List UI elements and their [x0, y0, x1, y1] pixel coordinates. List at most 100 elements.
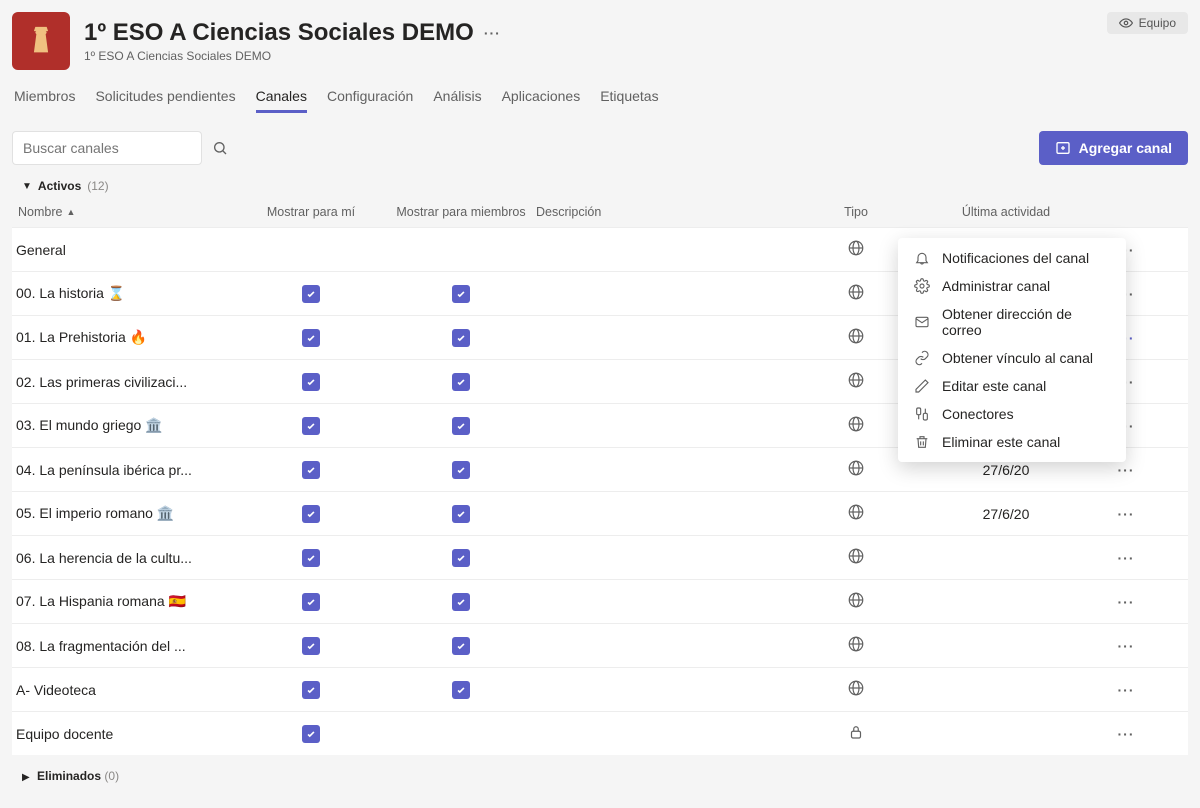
- last-activity: 27/6/20: [916, 506, 1096, 522]
- bell-icon: [914, 250, 930, 266]
- mail-icon: [914, 314, 930, 330]
- channel-name: A- Videoteca: [16, 682, 236, 698]
- show-members-checkbox[interactable]: [386, 593, 536, 611]
- show-me-checkbox[interactable]: [236, 549, 386, 567]
- table-row[interactable]: 06. La herencia de la cultu... ···: [12, 535, 1188, 579]
- menu-notifications[interactable]: Notificaciones del canal: [898, 244, 1126, 272]
- section-active-label: Activos: [38, 179, 81, 193]
- tab-miembros[interactable]: Miembros: [14, 88, 75, 113]
- table-row[interactable]: 05. El imperio romano 🏛️ 27/6/20···: [12, 491, 1188, 535]
- tab-aplicaciones[interactable]: Aplicaciones: [502, 88, 581, 113]
- show-me-checkbox[interactable]: [236, 725, 386, 743]
- trash-icon: [914, 434, 930, 450]
- search-icon: [212, 140, 228, 156]
- section-active-count: (12): [87, 179, 108, 193]
- tab-solicitudes[interactable]: Solicitudes pendientes: [95, 88, 235, 113]
- team-button-label: Equipo: [1139, 16, 1176, 30]
- row-more-button[interactable]: ···: [1096, 682, 1156, 698]
- row-more-button[interactable]: ···: [1096, 506, 1156, 522]
- table-row[interactable]: 08. La fragmentación del ... ···: [12, 623, 1188, 667]
- search-input[interactable]: [23, 140, 204, 156]
- tab-analisis[interactable]: Análisis: [433, 88, 481, 113]
- row-more-button[interactable]: ···: [1096, 726, 1156, 742]
- add-channel-icon: [1055, 140, 1071, 156]
- menu-link[interactable]: Obtener vínculo al canal: [898, 344, 1126, 372]
- section-eliminated-header[interactable]: ▶ Eliminados (0): [12, 769, 1188, 783]
- show-members-checkbox[interactable]: [386, 373, 536, 391]
- show-members-checkbox[interactable]: [386, 417, 536, 435]
- table-row[interactable]: 07. La Hispania romana 🇪🇸 ···: [12, 579, 1188, 623]
- channel-name: 08. La fragmentación del ...: [16, 638, 236, 654]
- globe-icon: [847, 371, 865, 389]
- page-title: 1º ESO A Ciencias Sociales DEMO: [84, 19, 474, 47]
- show-members-checkbox[interactable]: [386, 285, 536, 303]
- show-me-checkbox[interactable]: [236, 681, 386, 699]
- search-channels[interactable]: [12, 131, 202, 165]
- show-members-checkbox[interactable]: [386, 549, 536, 567]
- channel-name: General: [16, 242, 236, 258]
- gear-icon: [914, 278, 930, 294]
- show-members-checkbox[interactable]: [386, 329, 536, 347]
- section-active-header[interactable]: ▼ Activos (12): [22, 179, 1188, 193]
- channel-name: 03. El mundo griego 🏛️: [16, 417, 236, 434]
- globe-icon: [847, 503, 865, 521]
- column-description[interactable]: Descripción: [536, 205, 796, 219]
- channel-name: 07. La Hispania romana 🇪🇸: [16, 593, 236, 610]
- channel-context-menu: Notificaciones del canal Administrar can…: [898, 238, 1126, 462]
- tab-canales[interactable]: Canales: [256, 88, 307, 113]
- row-more-button[interactable]: ···: [1096, 550, 1156, 566]
- globe-icon: [847, 591, 865, 609]
- show-members-checkbox[interactable]: [386, 681, 536, 699]
- team-avatar: [12, 12, 70, 70]
- add-channel-button[interactable]: Agregar canal: [1039, 131, 1188, 165]
- show-me-checkbox[interactable]: [236, 285, 386, 303]
- show-me-checkbox[interactable]: [236, 373, 386, 391]
- show-members-checkbox[interactable]: [386, 505, 536, 523]
- menu-connectors[interactable]: Conectores: [898, 400, 1126, 428]
- column-name[interactable]: Nombre ▲: [16, 205, 236, 219]
- table-row[interactable]: A- Videoteca ···: [12, 667, 1188, 711]
- channel-name: 04. La península ibérica pr...: [16, 462, 236, 478]
- globe-icon: [847, 239, 865, 257]
- channel-name: 01. La Prehistoria 🔥: [16, 329, 236, 346]
- menu-delete[interactable]: Eliminar este canal: [898, 428, 1126, 456]
- chevron-right-icon: ▶: [22, 772, 30, 783]
- globe-icon: [847, 547, 865, 565]
- team-visibility-button[interactable]: Equipo: [1107, 12, 1188, 34]
- column-show-members[interactable]: Mostrar para miembros: [386, 205, 536, 219]
- tab-configuracion[interactable]: Configuración: [327, 88, 413, 113]
- show-me-checkbox[interactable]: [236, 593, 386, 611]
- show-me-checkbox[interactable]: [236, 505, 386, 523]
- header-more-icon[interactable]: ···: [484, 25, 501, 41]
- globe-icon: [847, 459, 865, 477]
- menu-edit[interactable]: Editar este canal: [898, 372, 1126, 400]
- connectors-icon: [914, 406, 930, 422]
- channel-name: 06. La herencia de la cultu...: [16, 550, 236, 566]
- column-type[interactable]: Tipo: [796, 205, 916, 219]
- table-row[interactable]: Equipo docente ···: [12, 711, 1188, 755]
- show-me-checkbox[interactable]: [236, 329, 386, 347]
- menu-manage[interactable]: Administrar canal: [898, 272, 1126, 300]
- row-more-button[interactable]: ···: [1096, 594, 1156, 610]
- show-me-checkbox[interactable]: [236, 461, 386, 479]
- show-members-checkbox[interactable]: [386, 637, 536, 655]
- row-more-button[interactable]: ···: [1096, 638, 1156, 654]
- row-more-button[interactable]: ···: [1096, 462, 1156, 478]
- column-last[interactable]: Última actividad: [916, 205, 1096, 219]
- channel-name: 00. La historia ⌛: [16, 285, 236, 302]
- add-channel-label: Agregar canal: [1079, 140, 1172, 156]
- channel-name: 02. Las primeras civilizaci...: [16, 374, 236, 390]
- show-members-checkbox[interactable]: [386, 461, 536, 479]
- show-me-checkbox[interactable]: [236, 637, 386, 655]
- channel-name: 05. El imperio romano 🏛️: [16, 505, 236, 522]
- eye-icon: [1119, 16, 1133, 30]
- globe-icon: [847, 679, 865, 697]
- globe-icon: [847, 327, 865, 345]
- column-show-me[interactable]: Mostrar para mí: [236, 205, 386, 219]
- tabs-bar: Miembros Solicitudes pendientes Canales Con…: [12, 88, 1188, 113]
- tab-etiquetas[interactable]: Etiquetas: [600, 88, 658, 113]
- channel-name: Equipo docente: [16, 726, 236, 742]
- menu-email[interactable]: Obtener dirección de correo: [898, 300, 1126, 344]
- show-me-checkbox[interactable]: [236, 417, 386, 435]
- page-subtitle: 1º ESO A Ciencias Sociales DEMO: [84, 49, 501, 63]
